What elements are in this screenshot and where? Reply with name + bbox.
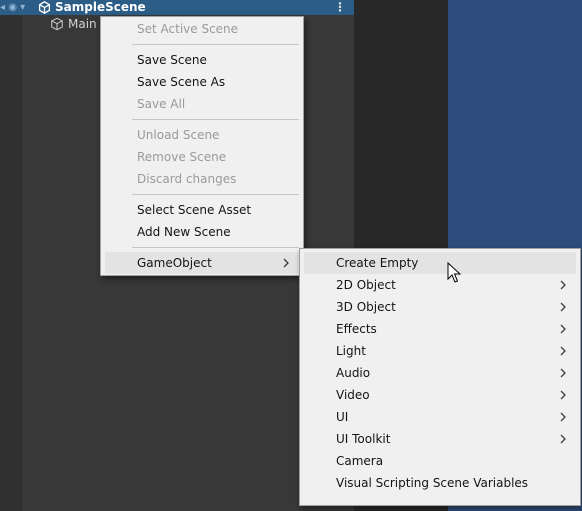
menu-item-label: Unload Scene	[137, 128, 220, 142]
scene-context-menu: Set Active Scene Save Scene Save Scene A…	[100, 16, 304, 276]
menu-item-remove-scene[interactable]: Remove Scene	[105, 146, 299, 168]
menu-item-label: Visual Scripting Scene Variables	[336, 476, 529, 490]
cube-icon	[51, 17, 63, 31]
scene-row[interactable]: ◂ ◉ ▾ SampleScene ⋮	[0, 0, 354, 15]
menu-item-label: Set Active Scene	[137, 22, 239, 36]
menu-item-create-empty[interactable]: Create Empty	[304, 252, 576, 274]
menu-separator	[132, 194, 299, 195]
chevron-right-icon	[560, 280, 566, 290]
hierarchy-item-label: Main	[68, 17, 97, 31]
menu-item-label: Audio	[336, 366, 371, 380]
menu-item-gameobject[interactable]: GameObject	[105, 252, 299, 274]
menu-item-add-new-scene[interactable]: Add New Scene	[105, 221, 299, 243]
menu-item-label: Video	[336, 388, 370, 402]
kebab-menu-icon[interactable]: ⋮	[334, 0, 346, 15]
menu-item-label: Save Scene As	[137, 75, 226, 89]
menu-item-label: Create Empty	[336, 256, 419, 270]
menu-item-label: Save All	[137, 97, 186, 111]
chevron-right-icon	[560, 346, 566, 356]
menu-item-label: Save Scene	[137, 53, 207, 67]
menu-item-save-all[interactable]: Save All	[105, 93, 299, 115]
menu-item-video[interactable]: Video	[304, 384, 576, 406]
menu-item-label: UI Toolkit	[336, 432, 391, 446]
menu-item-ui-toolkit[interactable]: UI Toolkit	[304, 428, 576, 450]
chevron-right-icon	[560, 324, 566, 334]
menu-item-select-scene-asset[interactable]: Select Scene Asset	[105, 199, 299, 221]
menu-separator	[132, 119, 299, 120]
chevron-right-icon	[560, 412, 566, 422]
menu-item-label: Light	[336, 344, 366, 358]
menu-item-ui[interactable]: UI	[304, 406, 576, 428]
menu-item-label: Remove Scene	[137, 150, 227, 164]
menu-item-label: 3D Object	[336, 300, 396, 314]
chevron-right-icon	[560, 368, 566, 378]
left-gutter	[0, 0, 22, 511]
menu-item-set-active-scene[interactable]: Set Active Scene	[105, 18, 299, 40]
menu-item-effects[interactable]: Effects	[304, 318, 576, 340]
menu-item-3d-object[interactable]: 3D Object	[304, 296, 576, 318]
menu-item-label: UI	[336, 410, 349, 424]
chevron-right-icon	[560, 302, 566, 312]
menu-item-label: Camera	[336, 454, 384, 468]
menu-item-audio[interactable]: Audio	[304, 362, 576, 384]
scene-name: SampleScene	[55, 0, 146, 14]
menu-item-visual-scripting-scene-variables[interactable]: Visual Scripting Scene Variables	[304, 472, 576, 494]
chevron-right-icon	[560, 434, 566, 444]
menu-item-label: Add New Scene	[137, 225, 231, 239]
menu-item-label: Select Scene Asset	[137, 203, 252, 217]
menu-item-unload-scene[interactable]: Unload Scene	[105, 124, 299, 146]
menu-separator	[132, 247, 299, 248]
menu-item-save-scene-as[interactable]: Save Scene As	[105, 71, 299, 93]
chevron-right-icon	[560, 390, 566, 400]
menu-item-discard-changes[interactable]: Discard changes	[105, 168, 299, 190]
menu-item-light[interactable]: Light	[304, 340, 576, 362]
chevron-right-icon	[283, 258, 289, 268]
menu-item-label: 2D Object	[336, 278, 396, 292]
menu-item-label: Effects	[336, 322, 377, 336]
visibility-toggle-icon[interactable]: ◂ ◉ ▾	[0, 1, 36, 14]
unity-scene-icon	[38, 1, 51, 14]
menu-item-2d-object[interactable]: 2D Object	[304, 274, 576, 296]
menu-item-camera[interactable]: Camera	[304, 450, 576, 472]
menu-item-label: Discard changes	[137, 172, 237, 186]
menu-separator	[132, 44, 299, 45]
menu-item-label: GameObject	[137, 256, 212, 270]
menu-item-save-scene[interactable]: Save Scene	[105, 49, 299, 71]
gameobject-submenu: Create Empty 2D Object 3D Object Effects…	[299, 248, 581, 506]
mouse-cursor-icon	[447, 262, 461, 283]
